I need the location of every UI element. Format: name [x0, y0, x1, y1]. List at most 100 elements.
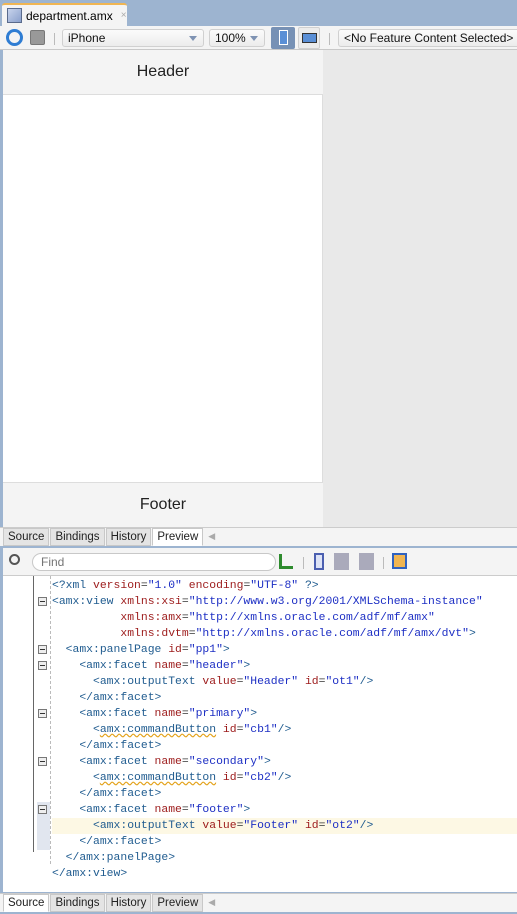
code-token: name: [154, 660, 182, 672]
code-token: version: [93, 580, 141, 592]
tab-history[interactable]: History: [105, 528, 152, 546]
close-tab-icon[interactable]: ×: [121, 10, 127, 21]
portrait-button[interactable]: [271, 27, 295, 49]
refresh-icon[interactable]: [6, 29, 23, 46]
code-line[interactable]: <amx:commandButton id="cb2"/>: [52, 770, 291, 786]
code-token: <amx:view: [52, 596, 121, 608]
find-input[interactable]: [32, 553, 276, 571]
device-select[interactable]: iPhone: [62, 29, 204, 47]
code-token: =: [181, 804, 189, 816]
code-line[interactable]: </amx:facet>: [52, 834, 161, 850]
code-token: "http://xmlns.oracle.com/adf/mf/amx": [188, 612, 435, 624]
gutter-divider: [33, 576, 34, 852]
code-token: "footer": [188, 804, 244, 816]
tab-bindings[interactable]: Bindings: [50, 528, 105, 546]
fold-collapse-icon[interactable]: [38, 597, 47, 606]
code-line[interactable]: xmlns:amx="http://xmlns.oracle.com/adf/m…: [52, 610, 435, 626]
feature-select[interactable]: <No Feature Content Selected>: [338, 29, 517, 47]
code-token: "Footer": [243, 820, 299, 832]
code-line[interactable]: </amx:view>: [52, 866, 127, 882]
tab-source[interactable]: Source: [3, 528, 50, 546]
code-token: <: [93, 724, 100, 736]
tab-preview[interactable]: Preview: [152, 528, 204, 546]
code-token: =: [181, 708, 189, 720]
code-line[interactable]: <?xml version="1.0" encoding="UTF-8" ?>: [52, 578, 319, 594]
code-token: </amx:facet>: [79, 692, 162, 704]
code-token: =: [188, 628, 196, 640]
code-line[interactable]: <amx:facet name="primary">: [52, 706, 257, 722]
code-token: value: [202, 820, 237, 832]
code-line[interactable]: </amx:facet>: [52, 690, 161, 706]
code-line[interactable]: xmlns:dvtm="http://xmlns.oracle.com/adf/…: [52, 626, 475, 642]
code-token: />: [359, 676, 374, 688]
fold-guide: [50, 576, 51, 864]
tab-history[interactable]: History: [105, 894, 152, 912]
code-token: "primary": [188, 708, 251, 720]
landscape-button[interactable]: [298, 27, 320, 49]
code-line[interactable]: <amx:view xmlns:xsi="http://www.w3.org/2…: [52, 594, 483, 610]
code-line[interactable]: <amx:facet name="header">: [52, 658, 250, 674]
toggle-panel-icon[interactable]: [392, 553, 407, 569]
code-token: "Header": [243, 676, 299, 688]
source-editor[interactable]: <?xml version="1.0" encoding="UTF-8" ?> <…: [3, 576, 517, 892]
tab-bindings[interactable]: Bindings: [50, 894, 105, 912]
fold-collapse-icon[interactable]: [38, 645, 47, 654]
code-token: "cb2": [243, 772, 278, 784]
stop-icon[interactable]: [30, 30, 45, 45]
tab-scroll-left-icon[interactable]: ◀: [204, 528, 219, 546]
code-token: <amx:facet: [79, 756, 155, 768]
next-bookmark-icon[interactable]: [334, 553, 349, 570]
editor-tab-bar: department.amx ×: [0, 0, 517, 26]
code-token: <?xml: [52, 580, 94, 592]
code-token: =: [181, 612, 189, 624]
code-token: =: [181, 596, 189, 608]
code-line[interactable]: </amx:panelPage>: [52, 850, 175, 866]
bookmark-icon[interactable]: [314, 553, 324, 570]
tab-scroll-left-icon[interactable]: ◀: [204, 894, 219, 912]
fold-collapse-icon[interactable]: [38, 805, 47, 814]
code-line[interactable]: </amx:facet>: [52, 786, 161, 802]
code-token: xmlns:dvtm: [120, 628, 189, 640]
code-line[interactable]: <amx:outputText value="Footer" id="ot2"/…: [52, 818, 373, 834]
code-token: id: [222, 724, 237, 736]
code-token: />: [359, 820, 374, 832]
code-token: "1.0": [147, 580, 182, 592]
fold-collapse-icon[interactable]: [38, 661, 47, 670]
previous-bookmark-icon[interactable]: [359, 553, 374, 570]
editor-tab-department[interactable]: department.amx ×: [2, 3, 127, 26]
code-token: </amx:facet>: [79, 836, 162, 848]
fold-collapse-icon[interactable]: [38, 757, 47, 766]
code-token: </amx:facet>: [79, 788, 162, 800]
tab-preview[interactable]: Preview: [152, 894, 204, 912]
search-icon[interactable]: [9, 554, 20, 565]
code-line[interactable]: <amx:facet name="footer">: [52, 802, 250, 818]
fold-collapse-icon[interactable]: [38, 709, 47, 718]
code-line[interactable]: <amx:commandButton id="cb1"/>: [52, 722, 291, 738]
editor-view-tabs-top: Source Bindings History Preview ◀: [0, 527, 517, 546]
code-token: <amx:panelPage: [65, 644, 169, 656]
code-token: ?>: [298, 580, 319, 592]
code-line[interactable]: </amx:facet>: [52, 738, 161, 754]
code-line[interactable]: <amx:outputText value="Header" id="ot1"/…: [52, 674, 373, 690]
code-token: />: [277, 724, 292, 736]
find-results-icon[interactable]: [279, 554, 293, 569]
tab-source[interactable]: Source: [3, 894, 50, 912]
code-token: =: [181, 644, 189, 656]
chevron-down-icon: [189, 36, 197, 41]
code-line[interactable]: <amx:facet name="secondary">: [52, 754, 270, 770]
code-line[interactable]: <amx:panelPage id="pp1">: [52, 642, 230, 658]
code-token: name: [154, 804, 182, 816]
zoom-select[interactable]: 100%: [209, 29, 265, 47]
